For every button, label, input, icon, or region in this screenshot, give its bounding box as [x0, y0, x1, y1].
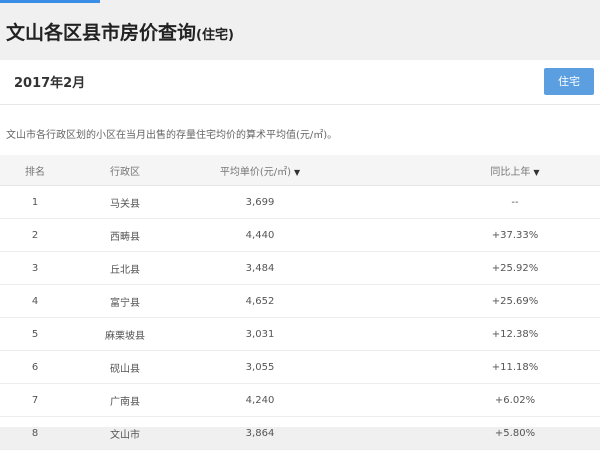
month-label: 2017年2月	[14, 76, 86, 91]
column-header-avg-price[interactable]: 平均单价(元/㎡) ▼	[180, 155, 340, 186]
region-link[interactable]: 西畴县	[70, 218, 180, 252]
spacer-cell	[340, 284, 430, 318]
change-cell: +6.02%	[430, 383, 600, 417]
table-row: 3 丘北县 3,484 +25.92%	[0, 251, 600, 285]
rank-cell: 8	[0, 416, 70, 450]
spacer-cell	[340, 251, 430, 285]
spacer-cell	[340, 185, 430, 219]
table-row: 8 文山市 3,864 +5.80%	[0, 416, 600, 450]
column-header-yoy[interactable]: 同比上年 ▼	[430, 155, 600, 186]
table-row: 2 西畴县 4,440 +37.33%	[0, 218, 600, 252]
month-bar: 2017年2月 住宅	[0, 60, 600, 105]
table-row: 6 砚山县 3,055 +11.18%	[0, 350, 600, 384]
rank-cell: 5	[0, 317, 70, 351]
change-cell: +12.38%	[430, 317, 600, 351]
price-cell: 3,031	[180, 317, 340, 351]
content-panel: 2017年2月 住宅 文山市各行政区划的小区在当月出售的存量住宅均价的算术平均值…	[0, 60, 600, 450]
description-text: 文山市各行政区划的小区在当月出售的存量住宅均价的算术平均值(元/㎡)。	[6, 130, 338, 141]
region-link[interactable]: 富宁县	[70, 284, 180, 318]
rank-cell: 4	[0, 284, 70, 318]
spacer-cell	[340, 218, 430, 252]
price-cell: 3,484	[180, 251, 340, 285]
spacer-cell	[340, 383, 430, 417]
region-link[interactable]: 丘北县	[70, 251, 180, 285]
region-link[interactable]: 广南县	[70, 383, 180, 417]
price-cell: 4,652	[180, 284, 340, 318]
column-header-spacer	[340, 155, 430, 186]
column-header-region: 行政区	[70, 155, 180, 186]
column-header-rank: 排名	[0, 155, 70, 186]
table-row: 5 麻栗坡县 3,031 +12.38%	[0, 317, 600, 351]
change-cell: +37.33%	[430, 218, 600, 252]
table-row: 4 富宁县 4,652 +25.69%	[0, 284, 600, 318]
rank-cell: 2	[0, 218, 70, 252]
property-type-button[interactable]: 住宅	[544, 68, 594, 95]
page-title: 文山各区县市房价查询(住宅)	[6, 18, 234, 45]
change-cell: +5.80%	[430, 416, 600, 450]
change-cell: --	[430, 185, 600, 219]
spacer-cell	[340, 350, 430, 384]
region-link[interactable]: 文山市	[70, 416, 180, 450]
change-cell: +25.69%	[430, 284, 600, 318]
rank-cell: 6	[0, 350, 70, 384]
caret-down-icon: ▼	[533, 167, 540, 177]
region-link[interactable]: 麻栗坡县	[70, 317, 180, 351]
table-row: 1 马关县 3,699 --	[0, 185, 600, 219]
table-row: 7 广南县 4,240 +6.02%	[0, 383, 600, 417]
price-cell: 3,055	[180, 350, 340, 384]
region-link[interactable]: 砚山县	[70, 350, 180, 384]
price-cell: 3,699	[180, 185, 340, 219]
rank-cell: 7	[0, 383, 70, 417]
change-cell: +11.18%	[430, 350, 600, 384]
active-tab-indicator	[0, 0, 100, 3]
page-title-suffix: (住宅)	[196, 28, 234, 43]
rank-cell: 3	[0, 251, 70, 285]
price-cell: 4,440	[180, 218, 340, 252]
rank-cell: 1	[0, 185, 70, 219]
region-link[interactable]: 马关县	[70, 185, 180, 219]
price-cell: 4,240	[180, 383, 340, 417]
table-header-row: 排名 行政区 平均单价(元/㎡) ▼ 同比上年 ▼	[0, 155, 600, 186]
page-title-text: 文山各区县市房价查询	[6, 22, 197, 44]
spacer-cell	[340, 317, 430, 351]
caret-down-icon: ▼	[294, 167, 301, 177]
top-bar	[0, 0, 600, 4]
price-cell: 3,864	[180, 416, 340, 450]
price-table: 排名 行政区 平均单价(元/㎡) ▼ 同比上年 ▼ 1 马关县 3,699 -- 2…	[0, 155, 600, 450]
spacer-cell	[340, 416, 430, 450]
change-cell: +25.92%	[430, 251, 600, 285]
